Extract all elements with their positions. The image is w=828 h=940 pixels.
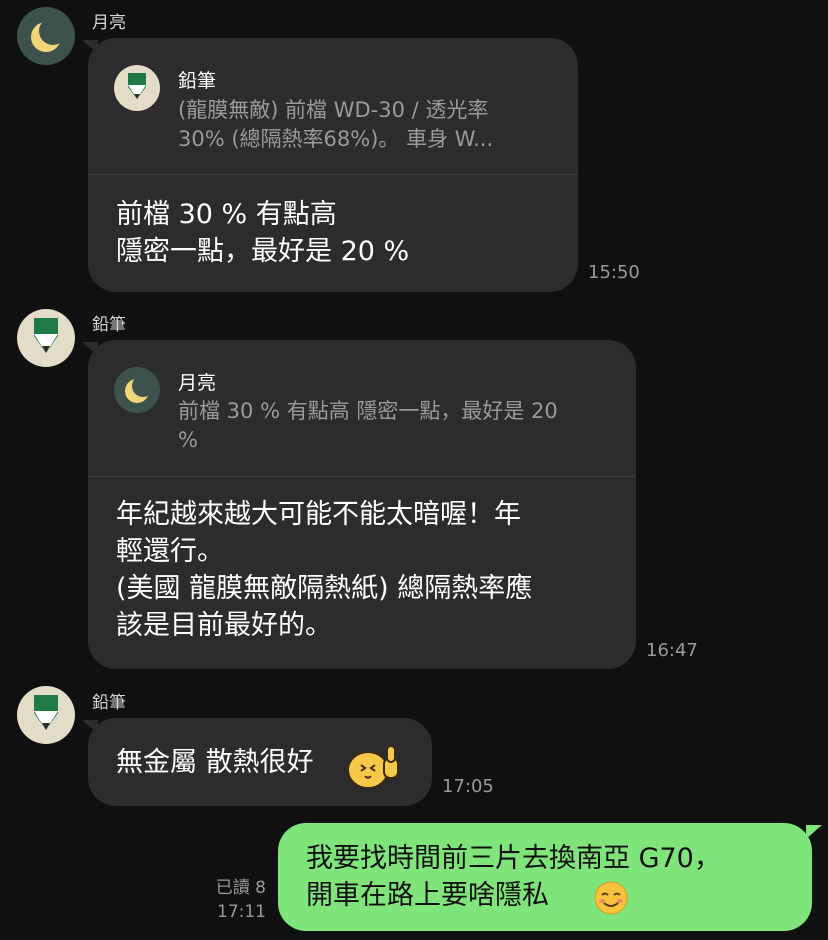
message-time: 17:05 (442, 776, 494, 797)
outgoing-message-bubble[interactable]: 我要找時間前三片去換南亞 G70， 開車在路上要啥隱私 (278, 823, 812, 931)
quoted-text-line-2: 30% (總隔熱率68%)。 車身 W... (178, 127, 494, 151)
message-time: 16:47 (646, 640, 698, 661)
message-text-line-4: 該是目前最好的。 (116, 610, 332, 641)
crescent-moon-icon (31, 17, 67, 52)
thumbs-up-chick-sticker (347, 745, 399, 794)
message-text: 無金屬 散熱很好 (116, 747, 314, 778)
quote-divider (88, 476, 636, 477)
quoted-text-line-2: % (178, 428, 198, 452)
message-text-line-1: 年紀越來越大可能不能太暗喔！年 (116, 499, 521, 530)
quoted-sender-name: 月亮 (178, 372, 217, 394)
quote-divider (88, 174, 578, 175)
sender-name: 鉛筆 (92, 315, 126, 335)
message-text-line-2: 輕還行。 (116, 536, 224, 567)
sender-name: 鉛筆 (92, 693, 126, 713)
message-text-line-2: 隱密一點，最好是 20 % (116, 236, 410, 267)
quoted-pencil-avatar (114, 65, 160, 111)
message-bubble[interactable]: 無金屬 散熱很好 (88, 718, 432, 806)
message-text-line-1: 前檔 30 % 有點高 (116, 199, 337, 230)
quoted-text-line-1: (龍膜無敵) 前檔 WD-30 / 透光率 (178, 98, 489, 122)
quoted-moon-avatar (114, 367, 160, 413)
bubble-tail (806, 825, 822, 839)
message-time: 15:50 (588, 262, 640, 283)
pencil-avatar[interactable] (17, 686, 75, 744)
sender-name: 月亮 (92, 13, 126, 33)
pencil-icon (128, 73, 146, 99)
reply-message-bubble[interactable]: 月亮 前檔 30 % 有點高 隱密一點，最好是 20 % 年紀越來越大可能不能太… (88, 340, 636, 669)
pencil-icon (34, 318, 58, 353)
crescent-moon-icon (125, 375, 154, 403)
quoted-text-line-1: 前檔 30 % 有點高 隱密一點，最好是 20 (178, 399, 558, 423)
reply-message-bubble[interactable]: 鉛筆 (龍膜無敵) 前檔 WD-30 / 透光率 30% (總隔熱率68%)。 … (88, 38, 578, 292)
message-text-line-2: 開車在路上要啥隱私 (306, 880, 549, 911)
smiling-face-emoji (594, 881, 628, 915)
pencil-icon (34, 695, 58, 730)
message-text-line-3: (美國 龍膜無敵隔熱紙) 總隔熱率應 (116, 573, 533, 604)
message-time: 17:11 (217, 902, 266, 922)
quoted-sender-name: 鉛筆 (178, 70, 217, 92)
pencil-avatar[interactable] (17, 309, 75, 367)
message-text-line-1: 我要找時間前三片去換南亞 G70， (306, 843, 721, 874)
read-status: 已讀 8 (215, 878, 266, 898)
moon-avatar[interactable] (17, 7, 75, 65)
